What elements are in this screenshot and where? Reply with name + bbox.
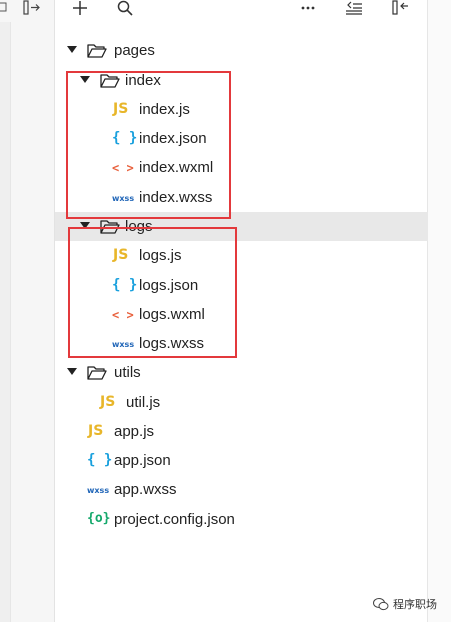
tree-row-file[interactable]: { } logs.json (55, 271, 428, 300)
wxml-file-icon: < > (112, 308, 134, 322)
wxss-file-icon: wxss (87, 486, 110, 495)
config-file-icon: {o} (87, 511, 111, 526)
tree-row-file[interactable]: { } app.json (55, 446, 428, 475)
tree-label: index.json (139, 130, 207, 147)
tree-row-folder-pages[interactable]: pages (55, 36, 428, 65)
more-horizontal-icon[interactable] (301, 6, 315, 10)
panel-collapse-icon[interactable] (392, 0, 410, 16)
panel-expand-icon[interactable] (22, 0, 42, 16)
json-file-icon: { } (112, 277, 138, 293)
js-file-icon: JS (113, 247, 129, 263)
tree-label: project.config.json (114, 511, 235, 528)
tree-row-file[interactable]: wxss index.wxss (55, 183, 428, 212)
json-file-icon: { } (87, 452, 113, 468)
tree-row-file[interactable]: {o} project.config.json (55, 505, 428, 534)
checkbox-icon[interactable] (0, 2, 7, 12)
tree-label: logs.wxss (139, 335, 205, 352)
tree-row-file[interactable]: JS util.js (55, 388, 428, 417)
tree-label: pages (114, 42, 155, 59)
tree-row-file[interactable]: wxss app.wxss (55, 475, 428, 504)
tree-label: index.js (139, 101, 190, 118)
tree-row-folder-index[interactable]: index (55, 66, 428, 95)
watermark-text: 程序职场 (393, 599, 437, 611)
plus-icon[interactable] (72, 0, 88, 16)
tree-label: logs.json (139, 277, 199, 294)
caret-down-icon[interactable] (67, 46, 77, 54)
folder-open-icon (100, 73, 120, 88)
tree-label: index (125, 72, 161, 89)
caret-down-icon[interactable] (80, 76, 90, 84)
wechat-logo-icon (373, 597, 389, 611)
js-file-icon: JS (113, 101, 129, 117)
tree-row-file[interactable]: < > logs.wxml (55, 300, 428, 329)
tree-row-folder-logs[interactable]: logs (55, 212, 428, 241)
tree-label: index.wxml (139, 159, 214, 176)
tree-label: logs.js (139, 247, 182, 264)
tree-label: utils (114, 364, 141, 381)
wxss-file-icon: wxss (112, 194, 135, 203)
json-file-icon: { } (112, 130, 138, 146)
tree-row-file[interactable]: JS logs.js (55, 241, 428, 270)
caret-down-icon[interactable] (80, 222, 90, 230)
tree-label: util.js (126, 394, 161, 411)
tree-row-file[interactable]: JS index.js (55, 95, 428, 124)
sidebar-header (0, 0, 54, 20)
search-icon[interactable] (117, 0, 133, 16)
editor-edge (427, 0, 451, 622)
watermark: 程序职场 (373, 596, 437, 612)
tree-row-file[interactable]: < > index.wxml (55, 153, 428, 182)
js-file-icon: JS (88, 423, 104, 439)
tree-label: app.js (114, 423, 155, 440)
js-file-icon: JS (100, 394, 116, 410)
wxml-file-icon: < > (112, 161, 134, 175)
tree-label: app.wxss (114, 481, 177, 498)
tree-label: logs.wxml (139, 306, 205, 323)
tree-row-file[interactable]: wxss logs.wxss (55, 329, 428, 358)
tree-label: index.wxss (139, 189, 213, 206)
tree-row-folder-utils[interactable]: utils (55, 358, 428, 387)
folder-open-icon (100, 219, 120, 234)
tree-label: logs (125, 218, 153, 235)
folder-open-icon (87, 365, 107, 380)
caret-down-icon[interactable] (67, 368, 77, 376)
explorer-toolbar (55, 0, 428, 20)
folder-open-icon (87, 43, 107, 58)
collapse-all-icon[interactable] (345, 1, 363, 15)
tree-row-file[interactable]: JS app.js (55, 417, 428, 446)
tree-row-file[interactable]: { } index.json (55, 124, 428, 153)
sidebar-divider (0, 22, 11, 622)
tree-label: app.json (114, 452, 171, 469)
left-sidebar (0, 0, 55, 622)
wxss-file-icon: wxss (112, 340, 135, 349)
